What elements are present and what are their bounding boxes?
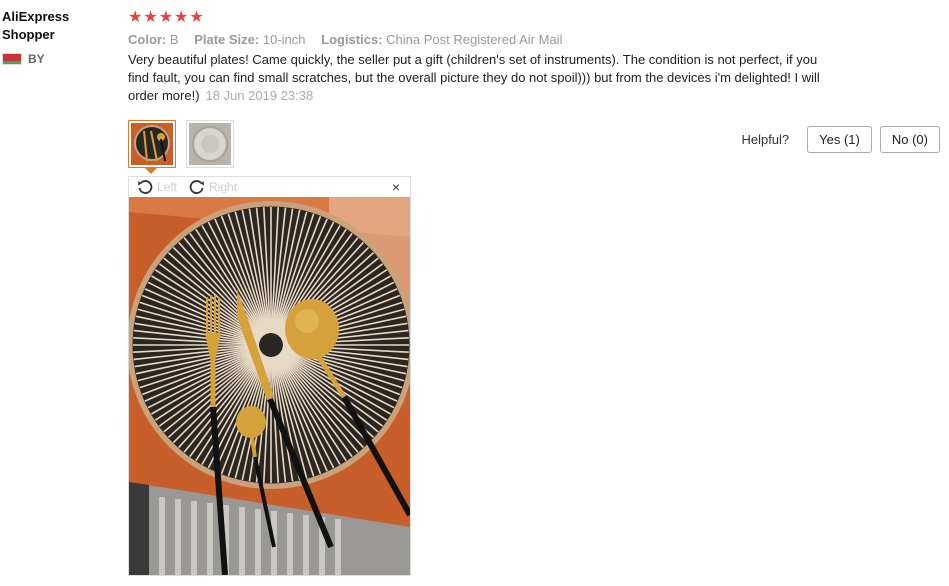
helpful-yes-button[interactable]: Yes (1): [807, 126, 872, 153]
reviewer-info: AliExpress Shopper BY: [2, 8, 112, 66]
star-rating: ★★★★★: [128, 9, 205, 26]
attr-value-color: B: [169, 32, 179, 47]
attr-value-logistics: China Post Registered Air Mail: [386, 32, 563, 47]
rotate-left-label: Left: [157, 180, 178, 194]
photo-viewer-toolbar: Left Right ×: [129, 177, 410, 197]
order-attributes: Color: B Plate Size: 10-inch Logistics: …: [128, 32, 943, 47]
review-text: Very beautiful plates! Came quickly, the…: [128, 51, 833, 105]
helpful-vote: Helpful? Yes (1) No (0): [741, 126, 940, 153]
rotate-left-icon: [138, 180, 153, 194]
belarus-flag-icon: [2, 53, 22, 65]
close-viewer-button[interactable]: ×: [392, 179, 400, 195]
rotate-left-button[interactable]: Left: [137, 179, 177, 195]
helpful-no-button[interactable]: No (0): [879, 126, 940, 153]
attr-value-plate-size: 10-inch: [262, 32, 306, 47]
attr-key-color: Color:: [128, 32, 167, 47]
photo-thumbnails: [128, 120, 244, 174]
close-icon: ×: [391, 179, 400, 195]
rotate-right-button[interactable]: Right: [189, 179, 237, 195]
photo-viewer: Left Right ×: [128, 176, 411, 576]
attr-key-logistics: Logistics:: [321, 32, 383, 47]
helpful-label: Helpful?: [741, 132, 790, 147]
review-date: 18 Jun 2019 23:38: [205, 88, 314, 103]
review-photo: [129, 197, 410, 575]
country-code: BY: [28, 52, 45, 66]
rotate-right-label: Right: [209, 180, 238, 194]
photo-thumbnail-2[interactable]: [186, 120, 234, 168]
attr-key-plate-size: Plate Size:: [194, 32, 260, 47]
reviewer-name: AliExpress Shopper: [2, 9, 70, 42]
photo-thumbnail-1[interactable]: [128, 120, 176, 174]
rotate-right-icon: [189, 180, 205, 194]
review-body: ★★★★★ Color: B Plate Size: 10-inch Logis…: [128, 8, 943, 105]
reviewer-country: BY: [2, 52, 112, 66]
